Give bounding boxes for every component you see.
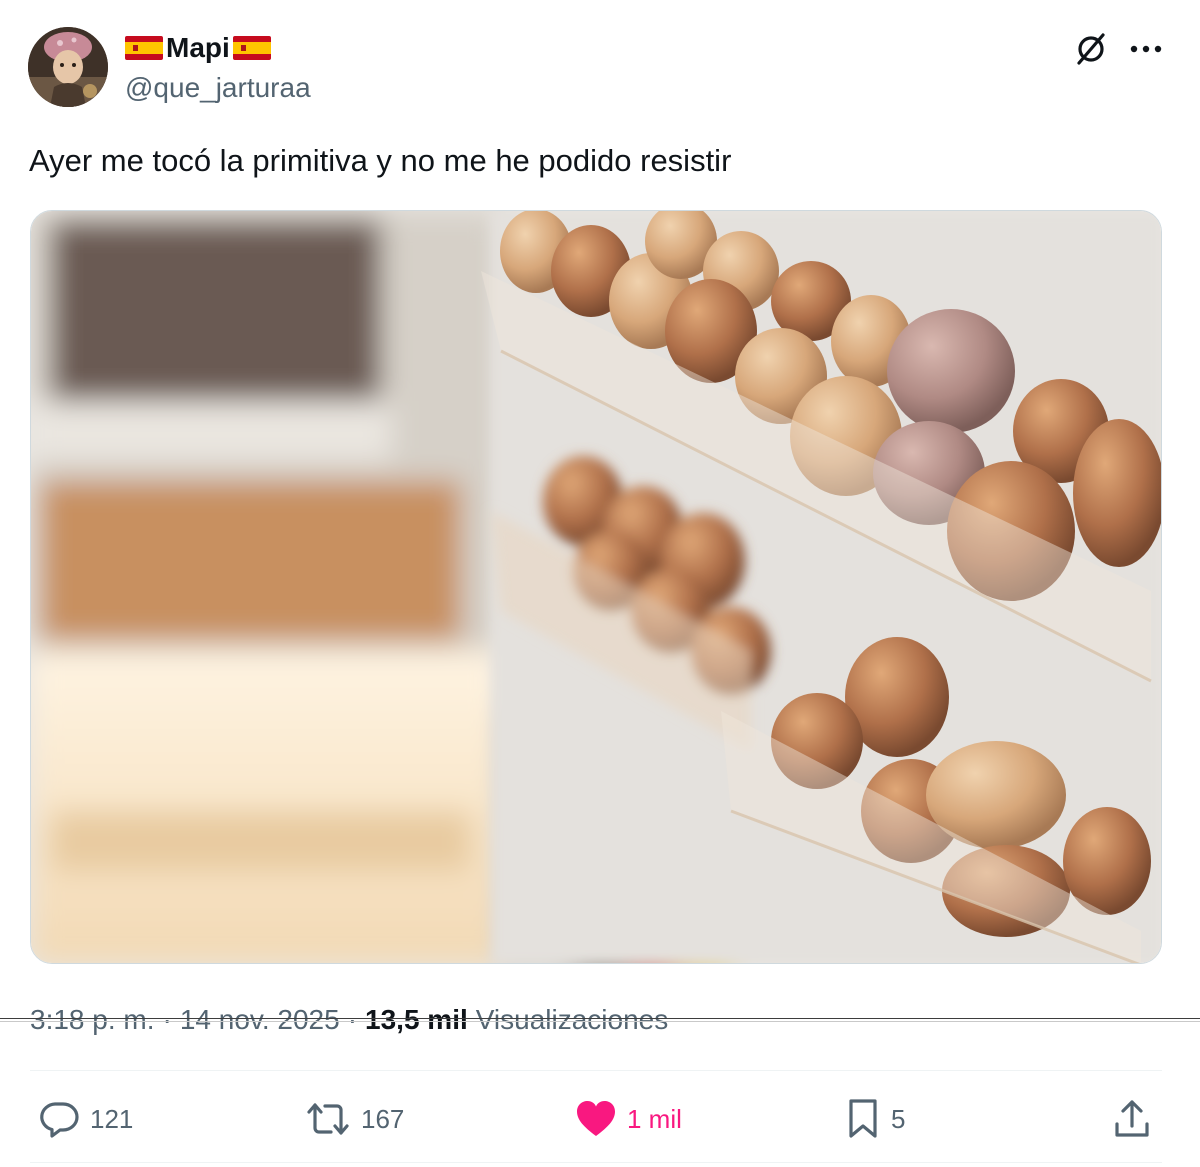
share-icon [1115,1100,1149,1137]
scan-line [0,1018,1200,1019]
spain-flag-icon [232,36,271,60]
meta-separator: · [347,1004,358,1035]
bookmark-count: 5 [891,1103,906,1134]
share-button[interactable] [1112,1096,1152,1142]
scan-line-shadow [0,1021,1200,1022]
meta-separator: · [162,1004,172,1035]
divider [30,1162,1162,1163]
reply-count: 121 [90,1103,134,1134]
grok-icon[interactable] [1072,30,1110,68]
repost-count: 167 [361,1103,405,1134]
avatar[interactable] [28,27,108,107]
spain-flag-icon [125,36,163,60]
views-count: 13,5 mil [365,1004,468,1035]
more-options-icon[interactable] [1128,36,1164,62]
display-name[interactable]: Mapi [125,31,271,65]
tweet-metadata: 3:18 p. m. · 14 nov. 2025 · 13,5 mil Vis… [30,1000,668,1040]
tweet-media-image[interactable] [30,210,1162,964]
views-label: Visualizaciones [475,1004,669,1035]
avatar-image [28,27,108,107]
display-name-text: Mapi [166,32,230,63]
reply-icon [40,1102,79,1138]
bookmark-icon [849,1099,877,1138]
user-handle[interactable]: @que_jarturaa [125,72,311,104]
reply-button[interactable]: 121 [38,1096,133,1142]
heart-icon [577,1101,615,1136]
repost-icon [307,1103,349,1135]
bookmark-button[interactable]: 5 [845,1096,905,1142]
like-count: 1 mil [627,1103,682,1134]
like-button[interactable]: 1 mil [575,1096,682,1142]
tweet-date[interactable]: 14 nov. 2025 [180,1004,340,1036]
divider [30,1070,1162,1071]
repost-button[interactable]: 167 [305,1096,404,1142]
tweet-text: Ayer me tocó la primitiva y no me he pod… [29,143,732,178]
tweet-time[interactable]: 3:18 p. m. [30,1004,155,1036]
